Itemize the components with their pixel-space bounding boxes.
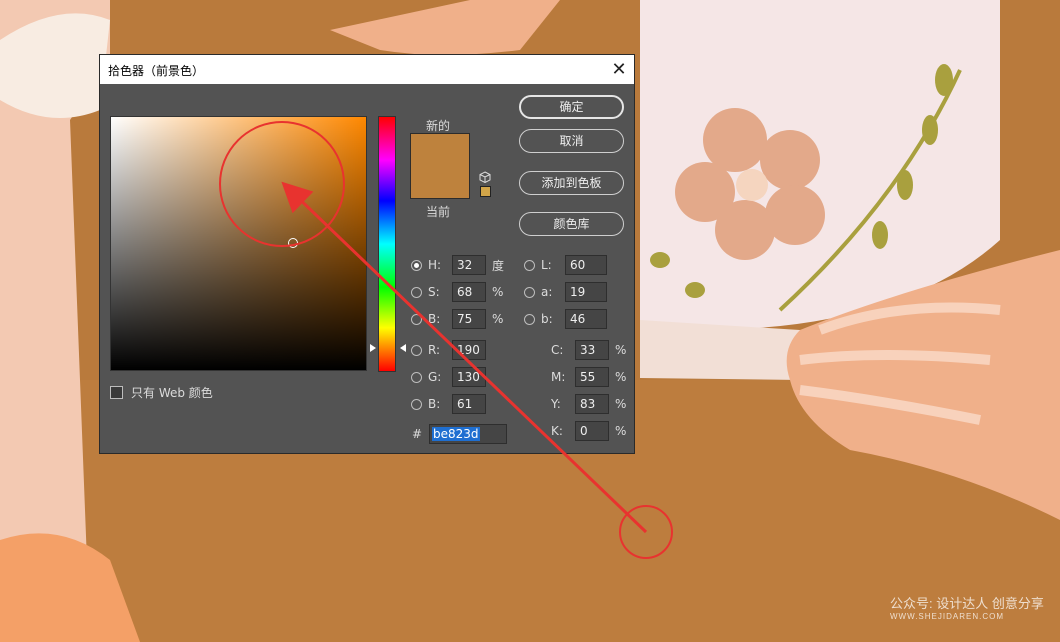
saturation-row: S: 68 % <box>411 281 503 303</box>
magenta-row: M: 55 % <box>551 366 626 388</box>
hue-slider-left-arrow-icon[interactable] <box>370 344 376 352</box>
hue-radio[interactable] <box>411 259 422 271</box>
hex-label: # <box>412 427 423 441</box>
brightness-radio[interactable] <box>411 313 422 325</box>
green-label: G: <box>428 370 442 384</box>
cyan-unit: % <box>615 343 627 357</box>
blue-input[interactable]: 61 <box>452 394 486 414</box>
blue-row: B: 61 <box>411 393 486 415</box>
blue-radio[interactable] <box>411 398 422 410</box>
hue-label: H: <box>428 258 442 272</box>
saturation-unit: % <box>492 285 504 299</box>
yellow-input[interactable]: 83 <box>575 394 609 414</box>
web-colors-only-option[interactable]: 只有 Web 颜色 <box>110 384 213 401</box>
lab-a-radio[interactable] <box>524 286 535 298</box>
lab-b-row: b: 46 <box>524 308 607 330</box>
magenta-input[interactable]: 55 <box>575 367 609 387</box>
hue-unit: 度 <box>492 258 505 273</box>
yellow-row: Y: 83 % <box>551 393 626 415</box>
current-color-label: 当前 <box>426 205 451 219</box>
brightness-unit: % <box>492 312 504 326</box>
websafe-color-swatch[interactable] <box>480 186 491 197</box>
web-colors-only-checkbox[interactable] <box>110 386 123 399</box>
hex-row: # be823d <box>412 423 507 445</box>
lab-l-input[interactable]: 60 <box>565 255 607 275</box>
saturation-label: S: <box>428 285 440 299</box>
red-radio[interactable] <box>411 344 422 356</box>
color-picker-dialog: 拾色器（前景色） ✕ 只有 Web 颜色 新的 当前 确定 取消 添加到色板 颜… <box>99 54 635 454</box>
lab-l-label: L: <box>541 258 552 272</box>
green-input[interactable]: 130 <box>452 367 486 387</box>
hex-input[interactable]: be823d <box>429 424 507 444</box>
black-row: K: 0 % <box>551 420 626 442</box>
black-label: K: <box>551 424 563 438</box>
lab-l-row: L: 60 <box>524 254 607 276</box>
lab-b-label: b: <box>541 312 553 326</box>
color-field-marker[interactable] <box>288 238 298 248</box>
hue-row: H: 32 度 <box>411 254 504 276</box>
lab-a-label: a: <box>541 285 553 299</box>
hue-slider-right-arrow-icon[interactable] <box>400 344 406 352</box>
ok-button[interactable]: 确定 <box>519 95 624 119</box>
green-radio[interactable] <box>411 371 422 383</box>
cyan-input[interactable]: 33 <box>575 340 609 360</box>
cyan-label: C: <box>551 343 564 357</box>
color-field[interactable] <box>110 116 367 371</box>
magenta-unit: % <box>615 370 627 384</box>
watermark-line2: WWW.SHEJIDAREN.COM <box>890 612 1004 621</box>
hue-input[interactable]: 32 <box>452 255 486 275</box>
color-libraries-button[interactable]: 颜色库 <box>519 212 624 236</box>
cancel-button[interactable]: 取消 <box>519 129 624 153</box>
green-row: G: 130 <box>411 366 486 388</box>
red-input[interactable]: 190 <box>452 340 486 360</box>
saturation-input[interactable]: 68 <box>452 282 486 302</box>
saturation-radio[interactable] <box>411 286 422 298</box>
watermark-line1: 公众号: 设计达人 创意分享 <box>890 596 1044 611</box>
hex-value: be823d <box>432 427 480 441</box>
brightness-input[interactable]: 75 <box>452 309 486 329</box>
yellow-label: Y: <box>551 397 561 411</box>
magenta-label: M: <box>551 370 566 384</box>
title-bar[interactable]: 拾色器（前景色） ✕ <box>100 55 634 84</box>
new-current-swatch <box>410 133 470 199</box>
blue-label: B: <box>428 397 441 411</box>
black-unit: % <box>615 424 627 438</box>
web-colors-only-label: 只有 Web 颜色 <box>131 386 213 400</box>
red-label: R: <box>428 343 441 357</box>
brightness-label: B: <box>428 312 441 326</box>
close-icon[interactable]: ✕ <box>604 55 634 84</box>
cyan-row: C: 33 % <box>551 339 626 361</box>
brightness-row: B: 75 % <box>411 308 503 330</box>
new-color-label: 新的 <box>426 119 451 133</box>
lab-a-input[interactable]: 19 <box>565 282 607 302</box>
lab-b-radio[interactable] <box>524 313 535 325</box>
watermark: 公众号: 设计达人 创意分享 WWW.SHEJIDAREN.COM <box>890 593 1044 621</box>
lab-l-radio[interactable] <box>524 259 535 271</box>
black-input[interactable]: 0 <box>575 421 609 441</box>
hue-slider[interactable] <box>378 116 396 372</box>
add-to-swatches-button[interactable]: 添加到色板 <box>519 171 624 195</box>
yellow-unit: % <box>615 397 627 411</box>
red-row: R: 190 <box>411 339 486 361</box>
out-of-gamut-cube-icon[interactable] <box>479 171 491 183</box>
lab-a-row: a: 19 <box>524 281 607 303</box>
lab-b-input[interactable]: 46 <box>565 309 607 329</box>
dialog-title: 拾色器（前景色） <box>108 64 205 78</box>
